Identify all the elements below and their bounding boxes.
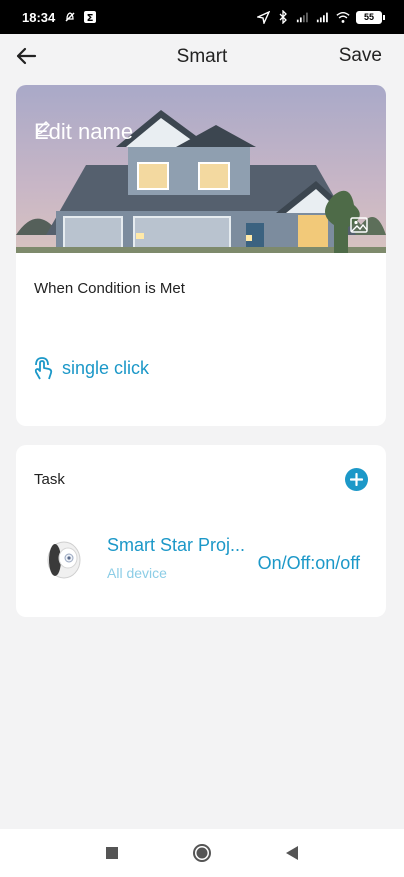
trigger-item[interactable]: single click — [32, 355, 149, 381]
arrow-left-icon — [16, 47, 37, 65]
square-icon — [106, 847, 118, 859]
status-bar: 18:34 Σ 55 — [0, 0, 404, 34]
status-right-icons: 55 — [256, 10, 385, 24]
condition-title: When Condition is Met — [34, 280, 185, 297]
location-icon — [256, 10, 270, 24]
condition-card: Edit name When Condition is Met single c… — [16, 85, 386, 426]
signal-icon — [296, 10, 310, 24]
triangle-back-icon — [286, 846, 298, 860]
task-card: Task Smart Star Proj... All device On/Of… — [16, 445, 386, 617]
image-icon[interactable] — [350, 217, 368, 233]
app-notification-icon: Σ — [83, 10, 97, 24]
add-task-button[interactable] — [345, 468, 368, 491]
task-title: Task — [34, 471, 65, 488]
silent-icon — [63, 10, 77, 24]
device-room: All device — [107, 565, 167, 581]
touch-icon — [34, 357, 53, 380]
device-image — [44, 538, 84, 580]
back-button[interactable] — [12, 42, 40, 70]
status-time: 18:34 — [22, 9, 56, 25]
bluetooth-icon — [276, 10, 290, 24]
device-name: Smart Star Proj... — [107, 535, 246, 555]
edit-name-button[interactable]: Edit name — [34, 119, 133, 145]
scene-banner-image[interactable]: Edit name — [16, 85, 386, 253]
device-action: On/Off:on/off — [257, 553, 360, 573]
wifi-icon — [336, 10, 350, 24]
pencil-icon — [36, 121, 50, 137]
battery-indicator: 55 — [356, 10, 385, 24]
app-header: Smart Save — [0, 34, 404, 80]
svg-text:Σ: Σ — [87, 13, 94, 24]
circle-icon — [193, 844, 211, 862]
recent-apps-button[interactable] — [101, 842, 123, 864]
trigger-label: single click — [62, 357, 150, 378]
plus-icon — [350, 473, 363, 486]
page-title: Smart — [176, 46, 228, 67]
save-button[interactable]: Save — [339, 45, 382, 67]
home-button[interactable] — [191, 842, 213, 864]
back-nav-button[interactable] — [281, 842, 303, 864]
system-nav-bar — [0, 829, 404, 877]
signal-2-icon — [316, 10, 330, 24]
status-left-icons: Σ — [63, 10, 97, 24]
task-row[interactable]: Smart Star Proj... All device On/Off:on/… — [16, 523, 386, 595]
